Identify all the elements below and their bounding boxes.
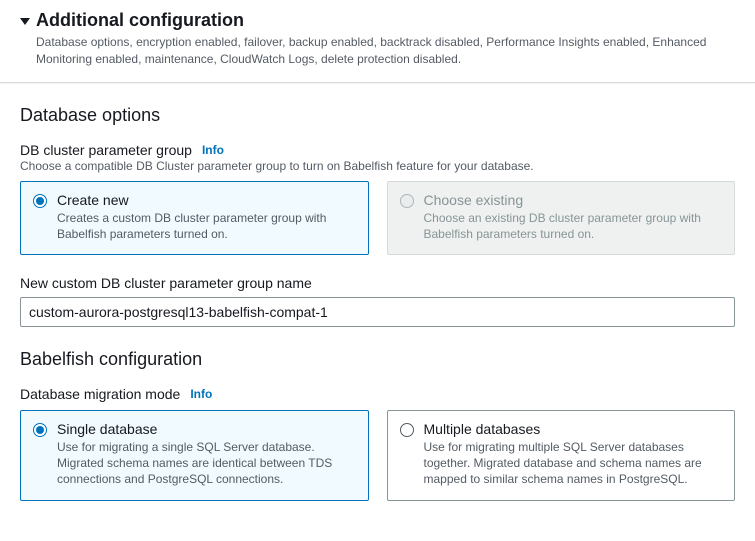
expandable-header[interactable]: Additional configuration Database option…: [0, 0, 755, 83]
babelfish-heading: Babelfish configuration: [20, 349, 735, 370]
param-group-radio-group: Create new Creates a custom DB cluster p…: [20, 181, 735, 255]
radio-create-new[interactable]: Create new Creates a custom DB cluster p…: [20, 181, 369, 255]
radio-multiple-databases[interactable]: Multiple databases Use for migrating mul…: [387, 410, 736, 501]
radio-choose-existing-title: Choose existing: [424, 192, 723, 208]
radio-choose-existing-desc: Choose an existing DB cluster parameter …: [424, 210, 723, 242]
migration-mode-label: Database migration mode: [20, 386, 180, 402]
migration-mode-info-link[interactable]: Info: [190, 387, 212, 401]
custom-name-label: New custom DB cluster parameter group na…: [20, 275, 735, 291]
radio-create-new-title: Create new: [57, 192, 356, 208]
radio-create-new-desc: Creates a custom DB cluster parameter gr…: [57, 210, 356, 242]
radio-choose-existing: Choose existing Choose an existing DB cl…: [387, 181, 736, 255]
radio-icon: [33, 194, 47, 208]
caret-down-icon: [20, 18, 30, 25]
param-group-info-link[interactable]: Info: [202, 143, 224, 157]
radio-icon: [33, 423, 47, 437]
radio-icon: [400, 194, 414, 208]
migration-mode-radio-group: Single database Use for migrating a sing…: [20, 410, 735, 501]
radio-single-desc: Use for migrating a single SQL Server da…: [57, 439, 356, 488]
content-area: Database options DB cluster parameter gr…: [0, 83, 755, 541]
param-group-label: DB cluster parameter group: [20, 142, 192, 158]
radio-single-database[interactable]: Single database Use for migrating a sing…: [20, 410, 369, 501]
param-group-hint: Choose a compatible DB Cluster parameter…: [20, 159, 735, 173]
radio-multiple-title: Multiple databases: [424, 421, 723, 437]
radio-single-title: Single database: [57, 421, 356, 437]
section-description: Database options, encryption enabled, fa…: [20, 34, 735, 68]
custom-name-input[interactable]: [20, 297, 735, 327]
db-options-heading: Database options: [20, 105, 735, 126]
section-title: Additional configuration: [36, 10, 244, 31]
radio-multiple-desc: Use for migrating multiple SQL Server da…: [424, 439, 723, 488]
radio-icon: [400, 423, 414, 437]
